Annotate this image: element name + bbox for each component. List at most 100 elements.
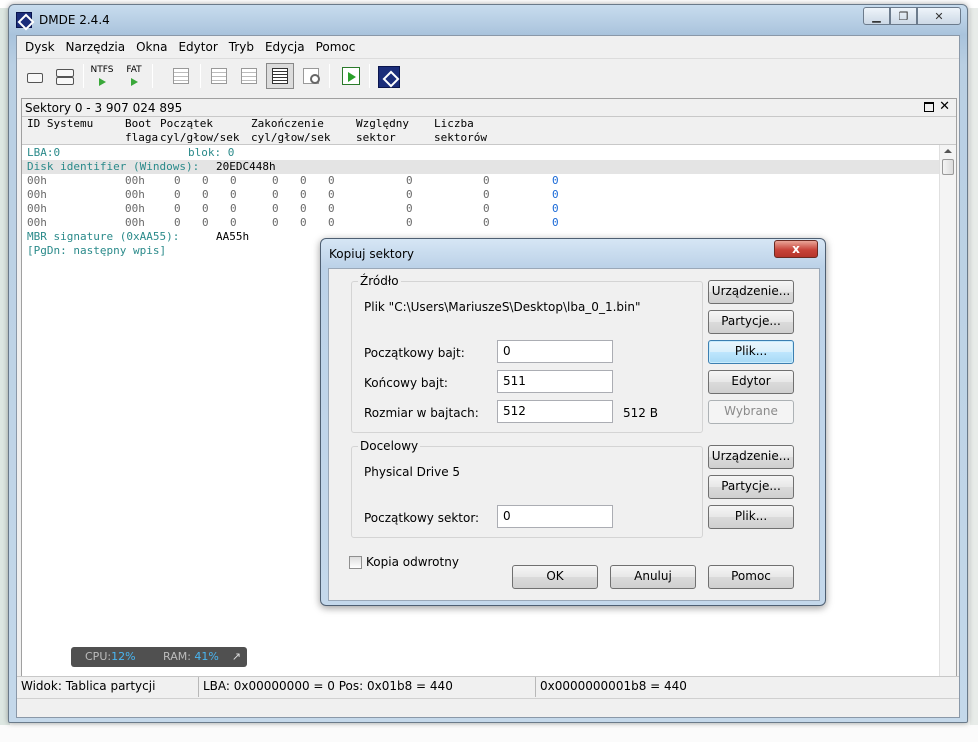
cancel-button[interactable]: Anuluj	[610, 565, 696, 589]
start-byte-input[interactable]: 0	[497, 340, 613, 363]
entry-cell-boot: 00h	[125, 188, 145, 201]
menu-tools[interactable]: Narzędzia	[61, 36, 132, 58]
menu-disk[interactable]: Dysk	[20, 36, 61, 58]
entry-cell-extra: 0	[552, 202, 559, 215]
column-header: ID Systemu Boot flaga Początek cyl/głow/…	[22, 117, 956, 145]
entry-cell-cnt: 0	[483, 202, 490, 215]
select-volume-button[interactable]	[50, 63, 78, 89]
entry-cell-boot: 00h	[125, 216, 145, 229]
source-file-button[interactable]: Plik...	[708, 340, 794, 364]
scroll-up-icon[interactable]	[944, 149, 952, 153]
menu-edit[interactable]: Edycja	[260, 36, 311, 58]
col-count: Liczba sektorów	[434, 117, 487, 144]
target-partitions-button[interactable]: Partycje...	[708, 475, 794, 499]
fat-search-button[interactable]: FAT	[120, 63, 148, 89]
entry-cell-boot: 00h	[125, 202, 145, 215]
entry-cell-h1: 0	[202, 188, 209, 201]
menu-help[interactable]: Pomoc	[311, 36, 362, 58]
window-title: DMDE 2.4.4	[39, 13, 110, 27]
panel-title: Sektory 0 - 3 907 024 895	[25, 101, 183, 115]
hex-view-icon	[211, 68, 227, 84]
reverse-copy-label[interactable]: Kopia odwrotny	[366, 555, 459, 569]
toolbar-separator	[369, 64, 370, 88]
entry-cell-s2: 0	[328, 202, 335, 215]
disk-id-value[interactable]: 20EDC448h	[216, 160, 276, 174]
ntfs-search-button[interactable]: NTFS	[88, 63, 116, 89]
expand-arrow-icon[interactable]: ↗	[232, 647, 241, 667]
source-editor-button[interactable]: Edytor	[708, 370, 794, 394]
view-text-button[interactable]	[235, 63, 263, 89]
col-relative: Względny sektor	[356, 117, 409, 144]
dmde-app-icon[interactable]	[16, 12, 32, 28]
play-icon	[99, 78, 106, 86]
dialog-body: Źródło Plik "C:\Users\MariuszeS\Desktop\…	[328, 268, 820, 601]
status-position: LBA: 0x00000000 = 0 Pos: 0x01b8 = 440	[199, 677, 536, 697]
menu-windows[interactable]: Okna	[131, 36, 173, 58]
col-id-system: ID Systemu	[27, 117, 94, 130]
entry-cell-c2: 0	[272, 174, 279, 187]
status-bar: Widok: Tablica partycji LBA: 0x00000000 …	[17, 676, 959, 697]
desktop-bottom-strip	[0, 725, 978, 742]
select-drive-button[interactable]	[20, 63, 48, 89]
maximize-button[interactable]: ❐	[890, 7, 917, 25]
entry-cell-h2: 0	[300, 188, 307, 201]
menu-mode[interactable]: Tryb	[224, 36, 260, 58]
menu-bar: Dysk Narzędzia Okna Edytor Tryb Edycja P…	[17, 36, 959, 58]
entry-cell-s2: 0	[328, 174, 335, 187]
source-group-title: Źródło	[358, 274, 401, 288]
col-boot: Boot flaga	[125, 117, 159, 144]
dialog-title: Kopiuj sektory	[329, 247, 414, 261]
pgdn-hint: [PgDn: następny wpis]	[27, 244, 167, 257]
target-drive-name: Physical Drive 5	[364, 465, 461, 479]
entry-cell-rel: 0	[406, 174, 413, 187]
source-selected-button[interactable]: Wybrane	[708, 400, 794, 424]
go-icon	[342, 67, 360, 85]
menu-editor[interactable]: Edytor	[173, 36, 223, 58]
view-partition-table-button[interactable]	[266, 63, 294, 89]
col-start: Początek cyl/głow/sek	[160, 117, 240, 144]
about-button[interactable]	[374, 63, 402, 89]
end-byte-input[interactable]: 511	[497, 370, 613, 393]
entry-cell-s2: 0	[328, 188, 335, 201]
target-device-button[interactable]: Urządzenie...	[708, 445, 794, 469]
col-end: Zakończenie cyl/głow/sek	[251, 117, 331, 144]
target-file-button[interactable]: Plik...	[708, 505, 794, 529]
help-button[interactable]: Pomoc	[708, 565, 794, 589]
entry-cell-id: 00h	[27, 174, 47, 187]
size-bytes-input[interactable]: 512	[497, 400, 613, 423]
title-bar[interactable]: DMDE 2.4.4 ▁ ❐ ✕	[9, 5, 967, 35]
source-device-button[interactable]: Urządzenie...	[708, 280, 794, 304]
mbr-signature-value[interactable]: AA55h	[216, 230, 249, 244]
cpu-label: CPU:	[85, 650, 112, 663]
view-hex-button[interactable]	[205, 63, 233, 89]
copy-sectors-dialog: Kopiuj sektory x Źródło Plik "C:\Users\M…	[320, 238, 826, 606]
panel-maximize-icon[interactable]	[924, 102, 934, 112]
close-button[interactable]: ✕	[917, 7, 961, 25]
entry-cell-boot: 00h	[125, 174, 145, 187]
minimize-button[interactable]: ▁	[863, 7, 890, 25]
drive-icon	[27, 73, 43, 83]
search-icon	[303, 68, 320, 84]
ok-button[interactable]: OK	[512, 565, 598, 589]
source-partitions-button[interactable]: Partycje...	[708, 310, 794, 334]
new-window-button[interactable]	[167, 63, 195, 89]
sparkle-grid-icon	[173, 68, 189, 84]
toolbar-separator	[200, 64, 201, 88]
entry-cell-cnt: 0	[483, 216, 490, 229]
entry-cell-extra: 0	[552, 216, 559, 229]
vertical-scrollbar[interactable]	[939, 145, 956, 695]
entry-cell-h1: 0	[202, 216, 209, 229]
size-bytes-label: Rozmiar w bajtach:	[364, 406, 479, 420]
reverse-copy-checkbox[interactable]	[349, 556, 362, 569]
end-byte-label: Końcowy bajt:	[364, 376, 448, 390]
entry-cell-c1: 0	[174, 188, 181, 201]
entry-cell-id: 00h	[27, 216, 47, 229]
scroll-thumb[interactable]	[942, 159, 954, 175]
start-sector-input[interactable]: 0	[497, 505, 613, 528]
minimize-icon: ▁	[872, 9, 881, 23]
dialog-close-button[interactable]: x	[774, 240, 818, 258]
go-to-button[interactable]	[337, 63, 365, 89]
find-button[interactable]	[296, 63, 324, 89]
play-icon	[131, 78, 138, 86]
panel-close-icon[interactable]: ✕	[939, 99, 950, 114]
